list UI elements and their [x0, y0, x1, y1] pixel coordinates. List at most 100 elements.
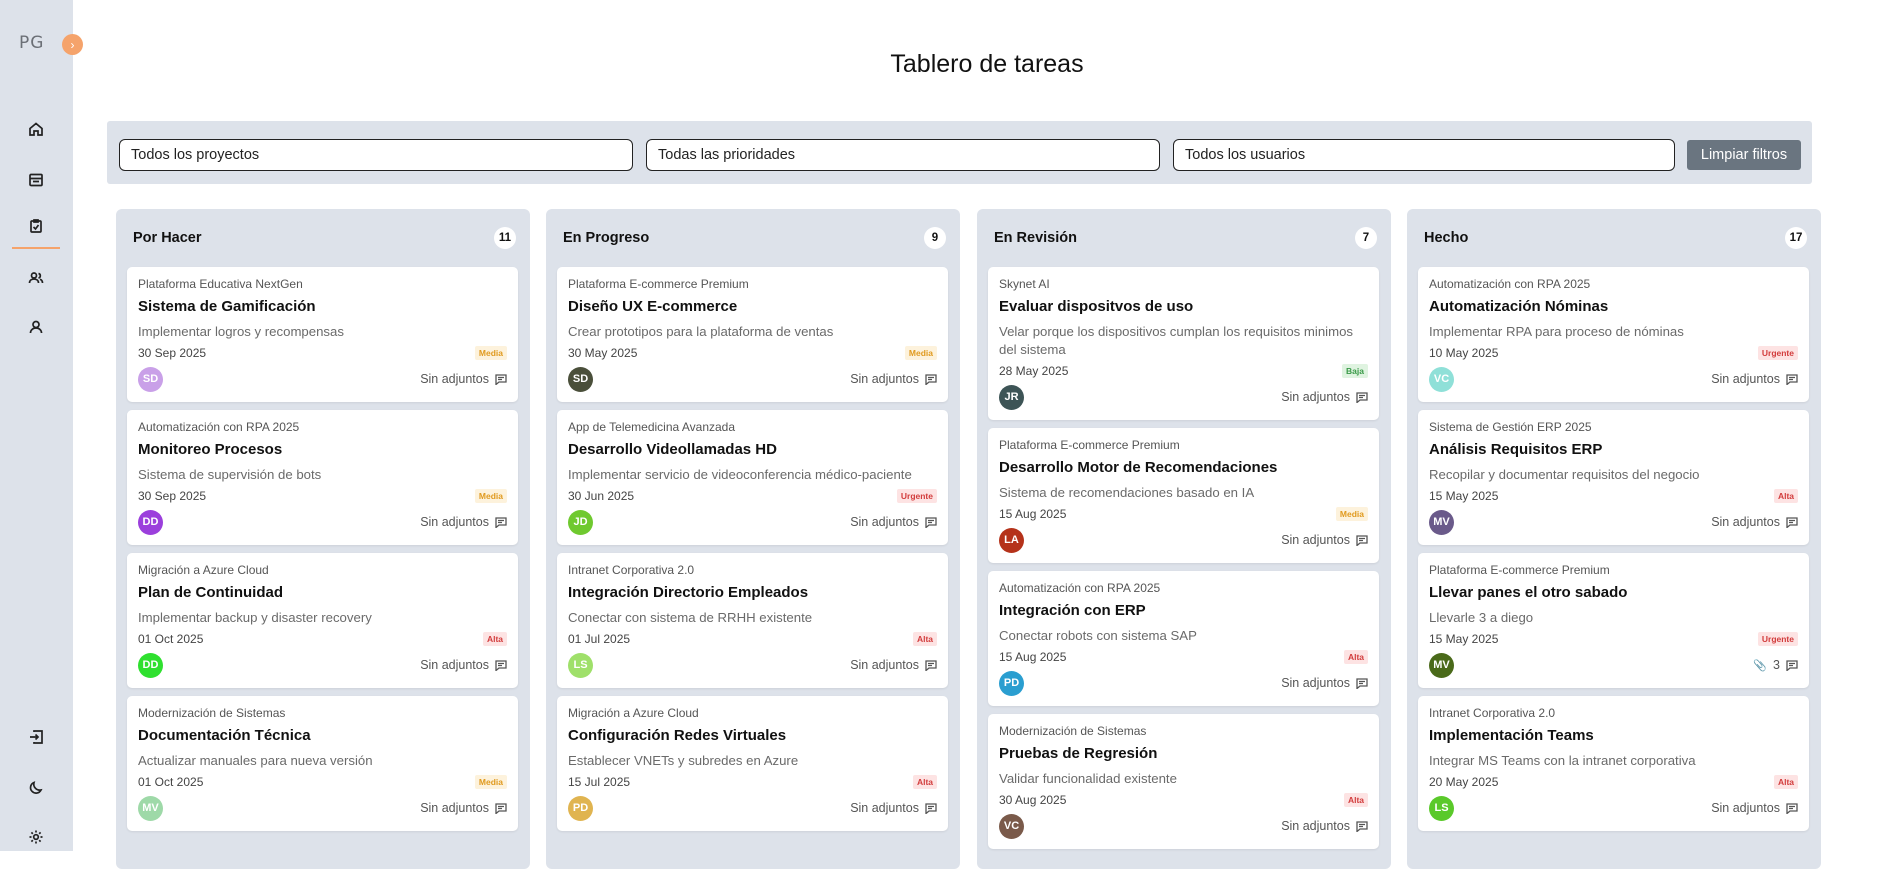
task-card[interactable]: Modernización de Sistemas Pruebas de Regr…	[988, 714, 1379, 849]
avatar[interactable]: VC	[999, 813, 1024, 839]
users-icon[interactable]	[26, 268, 46, 288]
comment-icon[interactable]	[495, 516, 507, 528]
avatar[interactable]: PD	[999, 670, 1024, 696]
avatar[interactable]: PD	[568, 795, 593, 821]
comment-icon[interactable]	[1356, 820, 1368, 832]
task-card[interactable]: Plataforma E-commerce Premium Desarrollo …	[988, 428, 1379, 563]
priority-badge: Media	[474, 346, 507, 360]
card-due-date: 30 May 2025	[568, 346, 638, 360]
gear-icon[interactable]	[26, 827, 46, 847]
card-attachments[interactable]: Sin adjuntos	[850, 658, 937, 672]
column-count-badge: 11	[494, 227, 516, 249]
comment-icon[interactable]	[495, 373, 507, 385]
card-attachments[interactable]: Sin adjuntos	[850, 515, 937, 529]
home-icon[interactable]	[26, 119, 46, 139]
kanban-column: Por Hacer 11 Plataforma Educativa NextGen S…	[116, 209, 530, 869]
priority-badge: Urgente	[1757, 632, 1798, 646]
task-card[interactable]: Automatización con RPA 2025 Monitoreo Pro…	[127, 410, 518, 545]
card-description: Implementar backup y disaster recovery	[138, 610, 372, 625]
clipboard-check-icon[interactable]	[26, 216, 46, 236]
card-description: Conectar con sistema de RRHH existente	[568, 610, 813, 625]
task-card[interactable]: Skynet AI Evaluar dispositvos de uso Velar…	[988, 267, 1379, 420]
card-attachments[interactable]: Sin adjuntos	[1711, 515, 1798, 529]
task-card[interactable]: Migración a Azure Cloud Configuración Red…	[557, 696, 948, 831]
avatar[interactable]: MV	[1429, 652, 1454, 678]
attachments-label: Sin adjuntos	[1281, 819, 1350, 833]
avatar[interactable]: SD	[138, 366, 163, 392]
attachments-label: Sin adjuntos	[1281, 533, 1350, 547]
card-attachments[interactable]: Sin adjuntos	[420, 658, 507, 672]
card-attachments[interactable]: Sin adjuntos	[1281, 533, 1368, 547]
card-attachments[interactable]: Sin adjuntos	[850, 372, 937, 386]
calendar-icon[interactable]	[26, 170, 46, 190]
card-attachments[interactable]: Sin adjuntos	[850, 801, 937, 815]
priority-badge: Urgente	[1757, 346, 1798, 360]
comment-icon[interactable]	[1786, 516, 1798, 528]
comment-icon[interactable]	[1356, 677, 1368, 689]
task-card[interactable]: Automatización con RPA 2025 Integración c…	[988, 571, 1379, 706]
user-icon[interactable]	[26, 317, 46, 337]
avatar[interactable]: LS	[568, 652, 593, 678]
comment-icon[interactable]	[495, 802, 507, 814]
comment-icon[interactable]	[1786, 659, 1798, 671]
logout-icon[interactable]	[26, 727, 46, 747]
clear-filters-button[interactable]: Limpiar filtros	[1687, 140, 1801, 170]
task-card[interactable]: Plataforma E-commerce Premium Llevar pane…	[1418, 553, 1809, 688]
avatar[interactable]: JD	[568, 509, 593, 535]
task-card[interactable]: Plataforma Educativa NextGen Sistema de G…	[127, 267, 518, 402]
card-description: Llevarle 3 a diego	[1429, 610, 1534, 625]
task-card[interactable]: Intranet Corporativa 2.0 Implementación T…	[1418, 696, 1809, 831]
priority-badge: Media	[1335, 507, 1368, 521]
task-card[interactable]: Plataforma E-commerce Premium Diseño UX E…	[557, 267, 948, 402]
avatar[interactable]: DD	[138, 509, 163, 535]
card-attachments[interactable]: Sin adjuntos	[420, 515, 507, 529]
card-description: Implementar RPA para proceso de nóminas	[1429, 324, 1684, 339]
task-card[interactable]: Intranet Corporativa 2.0 Integración Dire…	[557, 553, 948, 688]
card-title: Integración Directorio Empleados	[568, 584, 809, 601]
comment-icon[interactable]	[1786, 802, 1798, 814]
comment-icon[interactable]	[925, 516, 937, 528]
card-due-date: 01 Oct 2025	[138, 632, 204, 646]
avatar[interactable]: LS	[1429, 795, 1454, 821]
comment-icon[interactable]	[1786, 373, 1798, 385]
priority-badge: Media	[474, 775, 507, 789]
project-filter-select[interactable]: Todos los proyectos	[119, 139, 633, 171]
avatar[interactable]: VC	[1429, 366, 1454, 392]
column-header: En Progreso 9	[563, 226, 946, 250]
comment-icon[interactable]	[1356, 391, 1368, 403]
comment-icon[interactable]	[1356, 534, 1368, 546]
card-attachments[interactable]: Sin adjuntos	[1281, 390, 1368, 404]
card-attachments[interactable]: Sin adjuntos	[1711, 372, 1798, 386]
priority-badge: Alta	[1343, 650, 1368, 664]
card-attachments[interactable]: 📎 3	[1753, 658, 1798, 672]
avatar[interactable]: SD	[568, 366, 593, 392]
task-card[interactable]: Automatización con RPA 2025 Automatizació…	[1418, 267, 1809, 402]
task-card[interactable]: Migración a Azure Cloud Plan de Continuid…	[127, 553, 518, 688]
priority-filter-select[interactable]: Todas las prioridades	[646, 139, 1160, 171]
comment-icon[interactable]	[495, 659, 507, 671]
column-title: En Progreso	[563, 230, 650, 246]
column-title: En Revisión	[994, 230, 1077, 246]
avatar[interactable]: DD	[138, 652, 163, 678]
attachments-label: Sin adjuntos	[420, 658, 489, 672]
task-card[interactable]: Modernización de Sistemas Documentación T…	[127, 696, 518, 831]
app-logo[interactable]: PG	[19, 33, 44, 53]
comment-icon[interactable]	[925, 659, 937, 671]
attachments-label: Sin adjuntos	[850, 515, 919, 529]
avatar[interactable]: JR	[999, 384, 1024, 410]
comment-icon[interactable]	[925, 373, 937, 385]
moon-icon[interactable]	[26, 778, 46, 798]
card-attachments[interactable]: Sin adjuntos	[1711, 801, 1798, 815]
card-attachments[interactable]: Sin adjuntos	[1281, 676, 1368, 690]
card-attachments[interactable]: Sin adjuntos	[420, 372, 507, 386]
avatar[interactable]: MV	[1429, 509, 1454, 535]
avatar[interactable]: MV	[138, 795, 163, 821]
user-filter-select[interactable]: Todos los usuarios	[1173, 139, 1675, 171]
card-title: Pruebas de Regresión	[999, 745, 1158, 762]
task-card[interactable]: Sistema de Gestión ERP 2025 Análisis Requ…	[1418, 410, 1809, 545]
comment-icon[interactable]	[925, 802, 937, 814]
card-attachments[interactable]: Sin adjuntos	[420, 801, 507, 815]
avatar[interactable]: LA	[999, 527, 1024, 553]
task-card[interactable]: App de Telemedicina Avanzada Desarrollo V…	[557, 410, 948, 545]
card-attachments[interactable]: Sin adjuntos	[1281, 819, 1368, 833]
